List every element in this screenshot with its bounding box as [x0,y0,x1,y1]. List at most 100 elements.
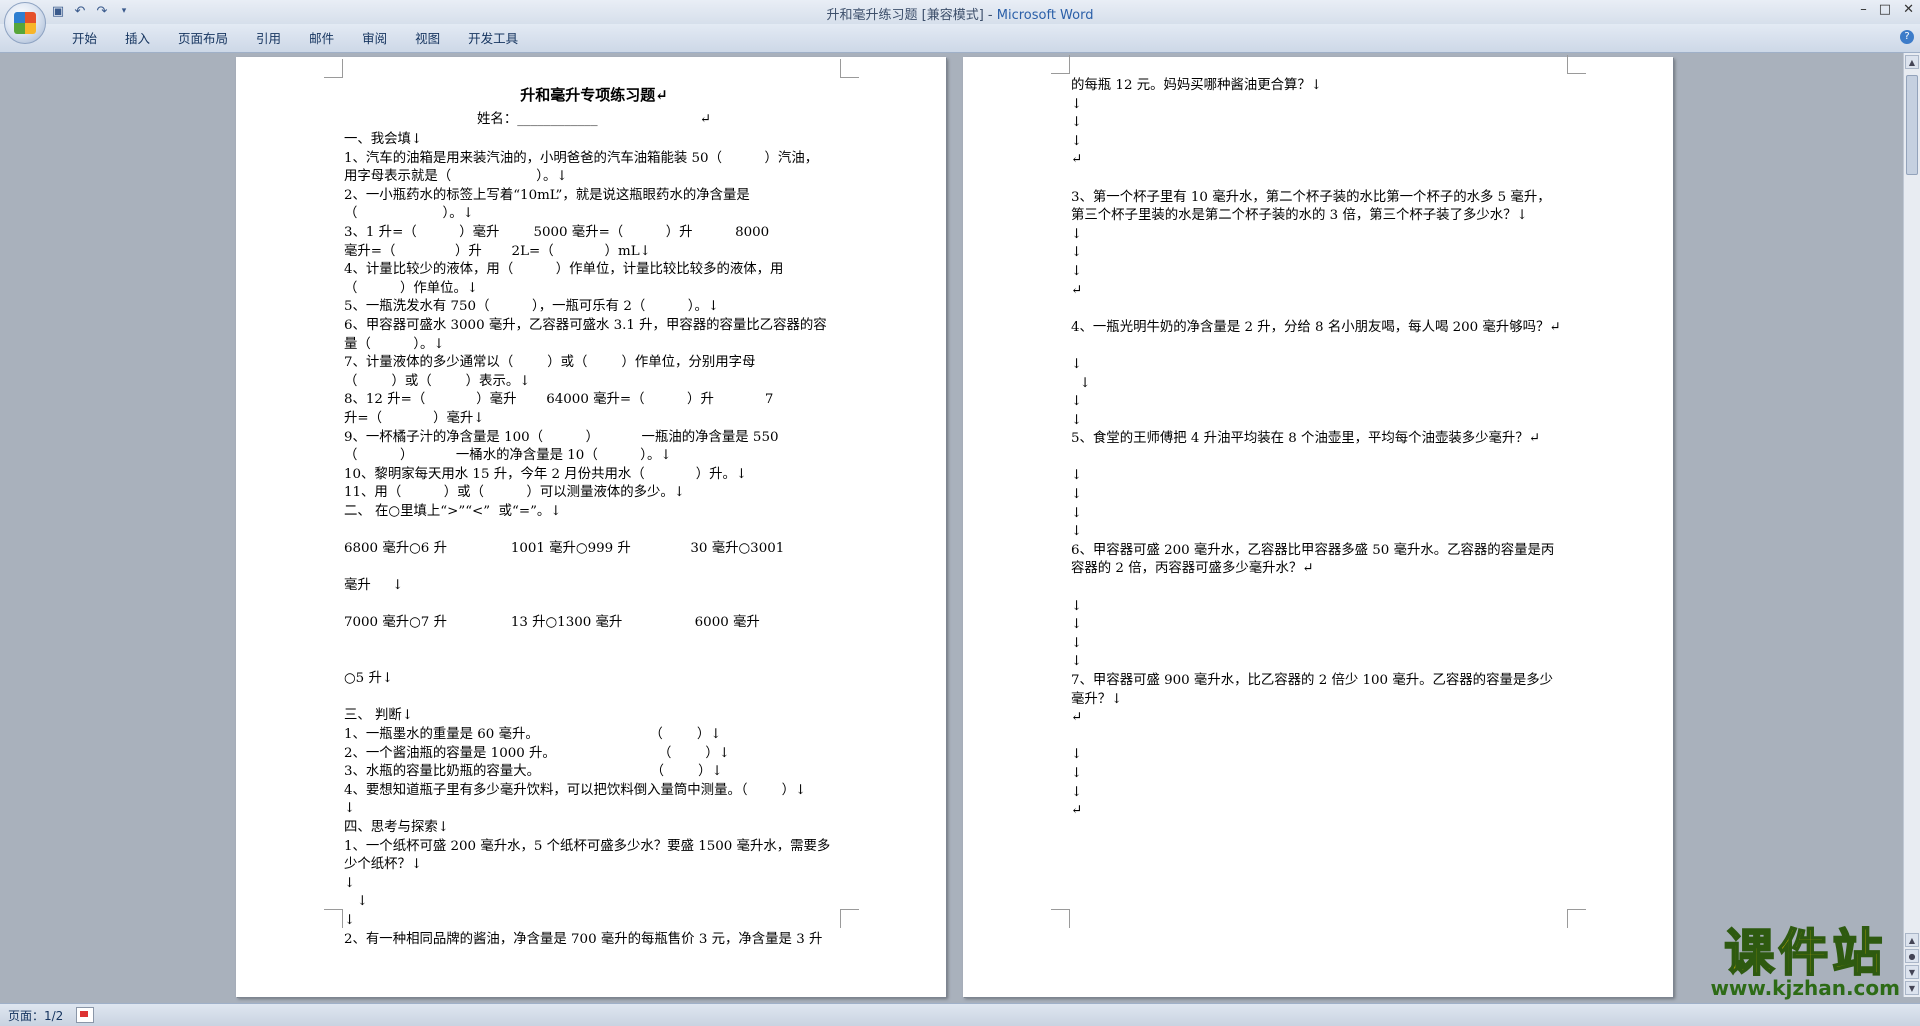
office-button[interactable] [4,2,46,44]
proofing-icon[interactable] [76,1007,94,1023]
text-line [344,652,844,671]
help-icon[interactable]: ? [1900,30,1914,44]
text-line: 1、一瓶墨水的重量是 60 毫升。 （ ）↓ [344,727,722,742]
ribbon: 开始 插入 页面布局 引用 邮件 审阅 视图 开发工具 ? [0,24,1920,53]
tab-insert[interactable]: 插入 [111,30,164,48]
text-line: 量（ ）。↓ [344,336,445,352]
margin-corner-top-left [324,59,343,78]
minimize-button[interactable]: – [1860,2,1867,17]
close-button[interactable]: ✕ [1903,2,1914,17]
text-line: ↓ [1071,133,1083,149]
text-line: ↓ [1071,765,1083,781]
text-line: ↓ [1071,245,1083,261]
text-line [344,689,844,708]
text-line [1071,579,1571,598]
text-line: 的每瓶 12 元。妈妈买哪种酱油更合算？↓ [1071,78,1323,93]
text-line: 7、甲容器可盛 900 毫升水，比乙容器的 2 倍少 100 毫升。乙容器的容量… [1071,673,1554,688]
text-line: 毫升=（ ）升 2L=（ ）mL↓ [344,243,651,259]
text-line: 毫升？↓ [1071,691,1123,707]
text-line [344,559,844,578]
text-line [1071,337,1571,356]
text-line: 8、12 升=（ ）毫升 64000 毫升=（ ）升 7 [344,392,774,408]
text-line: ↓ [1071,505,1083,521]
page-1-text[interactable]: 升和毫升专项练习题↵ 姓名：____________ ↵ 一、我会填↓ 1、汽车的油箱… [344,81,844,949]
tab-page-layout[interactable]: 页面布局 [164,30,242,48]
text-line: ↵ [1071,282,1083,298]
text-line: （ ）。↓ [344,206,474,222]
text-line: 4、计量比较少的液体，用（ ）作单位，计量比较比较多的液体，用 [344,262,784,278]
window-controls: – □ ✕ [1860,2,1914,17]
scroll-thumb[interactable] [1906,75,1918,175]
text-line: 2、一小瓶药水的标签上写着“10mL”，就是说这瓶眼药水的净含量是 [344,187,750,203]
tab-home[interactable]: 开始 [58,30,111,48]
margin-corner-bottom-left [324,909,343,928]
text-line: 升和毫升专项练习题↵ [520,86,668,104]
text-line: 四、思考与探索↓ [344,819,449,835]
text-line: 1、汽车的油箱是用来装汽油的，小明爸爸的汽车油箱能装 50（ ）汽油， [344,150,819,166]
text-line: （ ） 一桶水的净含量是 10（ ）。↓ [344,448,672,464]
tab-view[interactable]: 视图 [401,30,454,48]
text-line: （ ）或（ ）表示。↓ [344,373,531,389]
page-2-text[interactable]: 的每瓶 12 元。妈妈买哪种酱油更合算？↓ ↓ ↓ ↓ ↵ 3、第一个杯子里有 10 毫升… [1071,77,1571,821]
tab-developer[interactable]: 开发工具 [454,30,532,48]
text-line: 用字母表示就是（ ）。↓ [344,169,568,185]
page-count[interactable]: 页面：1/2 [8,1007,63,1024]
text-line: 少个纸杯？↓ [344,857,423,873]
text-line: 5、食堂的王师傅把 4 升油平均装在 8 个油壶里，平均每个油壶装多少毫升？↵ [1071,431,1540,447]
text-line [1071,728,1571,747]
next-page-button[interactable]: ▼ [1905,965,1919,979]
scroll-up-button[interactable]: ▲ [1905,55,1919,69]
text-line: ↓ [1071,598,1083,614]
text-line: 3、1 升=（ ）毫升 5000 毫升=（ ）升 8000 [344,224,770,240]
text-line [1071,449,1571,468]
text-line: ↓ [344,875,356,891]
status-bar: 页面：1/2 [0,1003,1920,1026]
vertical-scrollbar[interactable]: ▲ ▲ ● ▼ ▼ [1903,53,1920,997]
text-line: 2、有一种相同品牌的酱油，净含量是 700 毫升的每瓶售价 3 元，净含量是 3… [344,931,823,947]
text-line: ↓ [1071,747,1083,763]
text-line: 二、 在○里填上“>”“<” 或“=”。↓ [344,503,562,519]
text-line: 毫升 ↓ [344,578,404,594]
text-line [344,633,844,652]
text-line: ↓ [1071,635,1083,651]
text-line: 7、计量液体的多少通常以（ ）或（ ）作单位，分别用字母 [344,355,756,371]
text-line: ↓ [1071,654,1083,670]
previous-page-button[interactable]: ▲ [1905,933,1919,947]
text-line: 3、水瓶的容量比奶瓶的容量大。 （ ）↓ [344,764,723,780]
text-line: ↓ [1071,375,1091,391]
text-line [344,596,844,615]
text-line: 一、我会填↓ [344,132,423,147]
margin-corner-bottom-right [1567,909,1586,928]
select-browse-object-button[interactable]: ● [1905,949,1919,963]
text-line: （ ）作单位。↓ [344,280,479,296]
text-line: ↓ [1071,617,1083,633]
document-page-2[interactable]: 的每瓶 12 元。妈妈买哪种酱油更合算？↓ ↓ ↓ ↓ ↵ 3、第一个杯子里有 10 毫升… [963,55,1673,997]
text-line [344,521,844,540]
window-title: 升和毫升练习题 [兼容模式] - Microsoft Word [0,4,1920,23]
text-line: 3、第一个杯子里有 10 毫升水，第二个杯子装的水比第一个杯子的水多 5 毫升， [1071,189,1551,205]
tab-mailings[interactable]: 邮件 [295,30,348,48]
text-line: ↵ [1071,710,1083,726]
text-line: 4、要想知道瓶子里有多少毫升饮料，可以把饮料倒入量筒中测量。（ ）↓ [344,782,807,798]
tab-references[interactable]: 引用 [242,30,295,48]
margin-corner-bottom-left [1051,909,1070,928]
text-line: 三、 判断↓ [344,708,414,724]
document-workspace: 升和毫升专项练习题↵ 姓名：____________ ↵ 一、我会填↓ 1、汽车的油箱… [0,53,1904,997]
tab-review[interactable]: 审阅 [348,30,401,48]
watermark: 课件站 www.kjzhan.com [1710,925,1900,1000]
text-line: 11、用（ ）或（ ）可以测量液体的多少。↓ [344,485,686,501]
text-line: ↓ [1071,784,1083,800]
text-line: 容器的 2 倍，丙容器可盛多少毫升水？↵ [1071,561,1314,577]
text-line: 5、一瓶洗发水有 750（ ），一瓶可乐有 2（ ）。↓ [344,299,720,315]
text-line: 4、一瓶光明牛奶的净含量是 2 升，分给 8 名小朋友喝，每人喝 200 毫升够… [1071,319,1561,335]
watermark-url: www.kjzhan.com [1710,976,1900,1000]
text-line: ↓ [1071,115,1083,131]
text-line: 6、甲容器可盛 200 毫升水，乙容器比甲容器多盛 50 毫升水。乙容器的容量是… [1071,542,1555,558]
maximize-button[interactable]: □ [1879,2,1891,17]
document-page-1[interactable]: 升和毫升专项练习题↵ 姓名：____________ ↵ 一、我会填↓ 1、汽车的油箱… [236,57,946,997]
ribbon-tabs: 开始 插入 页面布局 引用 邮件 审阅 视图 开发工具 [58,30,532,48]
text-line: ↓ [1071,524,1083,540]
text-line: ○5 升↓ [344,671,394,687]
margin-corner-top-right [1567,55,1586,74]
scroll-down-button[interactable]: ▼ [1905,981,1919,995]
